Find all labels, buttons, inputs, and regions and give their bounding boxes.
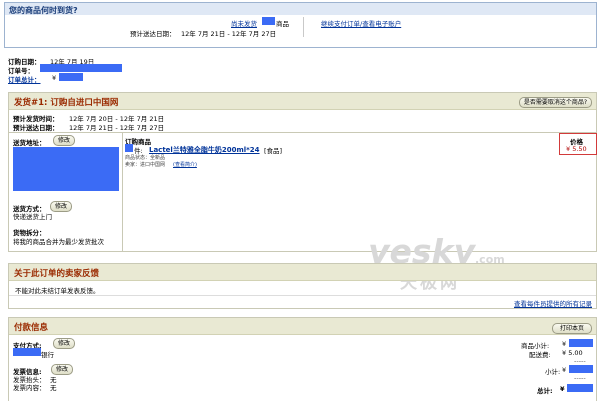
subtotal-redacted [569,339,593,347]
feedback-records-link[interactable]: 查看每件员提供的所有记录 [514,298,592,308]
delivery-box-header [5,3,596,15]
bank-suffix: 银行 [41,351,54,359]
item-seller-profile-link[interactable]: (查看简介) [173,161,197,168]
payment-modify-button[interactable]: 修改 [53,338,76,349]
shipment-title: 发货#1: 订购自进口中国网 [14,98,119,108]
address-label: 送货地址： [13,139,46,147]
delivery-title: 您的商品何时到货? [9,6,78,15]
shipment-inner-divider [9,132,596,133]
shipping-value: ¥ 5.00 [562,349,583,357]
feedback-title: 关于此订单的卖家反馈 [14,269,100,279]
totals-separator-2: ----- [574,374,586,382]
delivery-divider [303,17,304,37]
delivery-box: 您的商品何时到货? 尚未发货 商品 预计送达日期： 12年 7月 21日 - 1… [4,2,597,48]
continue-payment-link[interactable]: 继续支付订单/查看电子账户 [321,18,401,28]
eta-label: 预计送达日期： [130,30,176,38]
order-number-redacted [40,64,122,72]
payment-header [9,318,596,335]
shipping-label: 配送费: [529,351,551,359]
sum-currency: ¥ [562,366,567,374]
invoice-content-label: 发票内容： [13,384,46,392]
redacted-block [262,17,275,25]
total-label: 总计: [537,387,553,395]
feedback-text: 不能对此未结订单发表反馈。 [15,287,100,295]
order-total-redacted [59,73,83,81]
sum-redacted [569,365,593,373]
order-total-currency: ¥ [52,74,57,82]
item-status: 商品状态：全新品 [125,155,166,161]
item-category: [食品] [264,147,283,155]
feedback-box: 关于此订单的卖家反馈 不能对此未结订单发表反馈。 查看每件员提供的所有记录 [8,263,597,309]
payment-title: 付款信息 [14,323,49,333]
address-redacted [13,147,119,191]
shipment-box: 发货#1: 订购自进口中国网 是否需要取消这个商品? 预计发货时间： 12年 7… [8,92,597,252]
not-shipped-link[interactable]: 尚未发货 [231,18,257,28]
delivery-time-label: 预计送达日期： [13,124,59,132]
totals-separator: ----- [574,357,586,365]
total-currency: ¥ [560,385,565,393]
goods-suffix: 商品 [276,20,289,28]
invoice-content-value: 无 [50,384,57,392]
price-value: ¥ 5.50 [566,145,587,153]
method-modify-button[interactable]: 修改 [50,201,73,212]
bank-redacted [13,348,41,356]
total-redacted [567,384,593,392]
method-value: 快递送货上门 [13,213,52,221]
sum-label: 小计: [545,368,561,376]
delivery-time-value: 12年 7月 21日 - 12年 7月 27日 [69,124,165,132]
eta-value: 12年 7月 21日 - 12年 7月 27日 [181,30,277,38]
split-value: 将我的商品合并为最少发货批次 [13,238,104,246]
shipment-column-divider [122,133,123,252]
address-modify-button[interactable]: 修改 [53,135,76,146]
item-qty-redacted [125,144,133,152]
item-seller: 卖家：进口中国网 [125,162,166,168]
cancel-item-button[interactable]: 是否需要取消这个商品? [518,97,592,108]
print-page-button[interactable]: 打印本页 [551,323,592,334]
subtotal-currency: ¥ [562,340,567,348]
feedback-divider [9,295,596,296]
item-name-link[interactable]: Lactel兰特雅全脂牛奶200ml*24 [149,145,260,155]
payment-box: 付款信息 打印本页 支付方式: 修改 银行 发票信息: 修改 发票抬头： 无 发… [8,317,597,401]
order-total-label[interactable]: 订单总计： [8,74,41,84]
